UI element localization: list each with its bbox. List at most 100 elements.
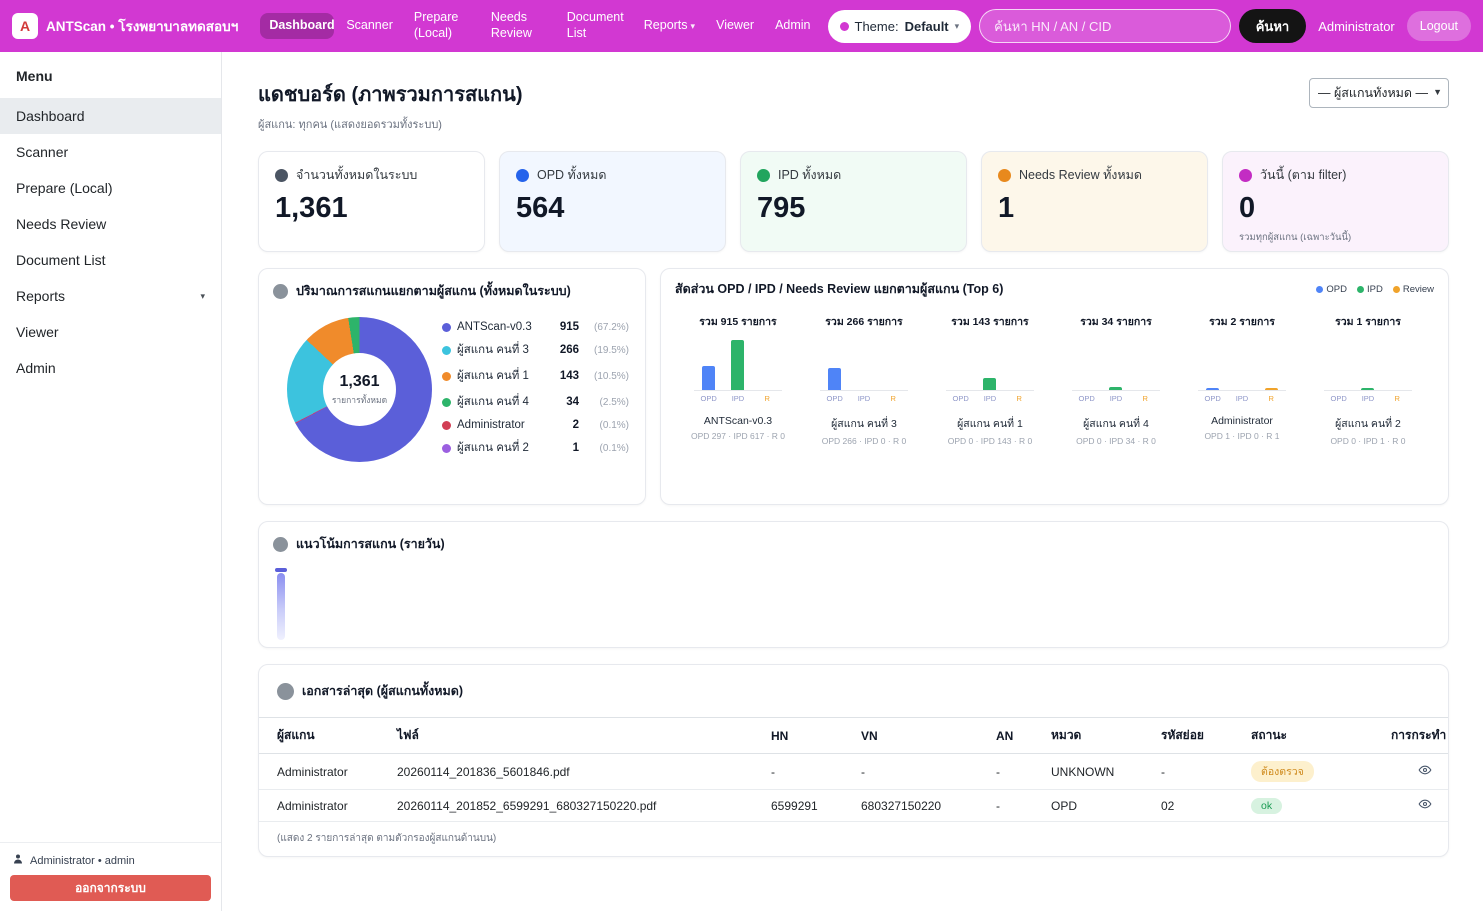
legend-label: ผู้สแกน คนที่ 2 [457,439,567,457]
mini-detail: OPD 266 · IPD 0 · R 0 [822,436,907,446]
mini-chart-bars [694,335,782,391]
ipd-bar [983,378,996,390]
logout-button[interactable]: Logout [1407,11,1471,41]
sidebar-item[interactable]: Prepare (Local) [0,170,221,206]
mini-chart-bars [1324,335,1412,391]
mini-chart-axis: OPDIPDR [946,394,1034,403]
stat-card: OPD ทั้งหมด564 [499,151,726,252]
view-document-button[interactable] [1418,763,1432,780]
bar-slot [849,335,878,390]
sidebar-title: Menu [0,52,221,98]
panel-title: แนวโน้มการสแกน (รายวัน) [296,534,445,554]
search-button[interactable]: ค้นหา [1239,9,1306,43]
nav-item[interactable]: Viewer [707,13,763,39]
stat-label: จำนวนทั้งหมดในระบบ [296,165,417,185]
chevron-down-icon: ▾ [955,21,960,32]
search-input[interactable] [979,9,1231,43]
sidebar-item[interactable]: Reports▾ [0,278,221,314]
mini-chart-total: รวม 34 รายการ [1080,313,1152,330]
axis-label: IPD [723,394,752,403]
axis-label: OPD [1072,394,1101,403]
mini-chart-bars [1198,335,1286,391]
scanner-mini-chart: รวม 266 รายการOPDIPDRผู้สแกน คนที่ 3OPD … [801,313,927,446]
chevron-down-icon: ▾ [691,21,696,31]
nav-item[interactable]: Admin [766,13,819,39]
mini-scanner-name: ผู้สแกน คนที่ 4 [1083,415,1149,432]
view-document-button[interactable] [1418,797,1432,814]
scanner-mini-chart: รวม 143 รายการ OPDIPDR ผู้สแกน คนที่ 1 OPD … [927,313,1053,446]
opd-bar [1206,388,1219,390]
trend-chart [273,558,1434,644]
bar-slot [1072,335,1101,390]
mini-chart-total: รวม 915 รายการ [699,313,776,330]
nav-item[interactable]: Dashboard [260,13,334,39]
table-cell: - [1153,754,1243,790]
stat-label: Needs Review ทั้งหมด [1019,165,1142,185]
table-cell: Administrator [259,790,389,822]
legend-dot-icon [442,444,451,453]
sidebar-item[interactable]: Needs Review [0,206,221,242]
table-cell-action [1383,790,1448,822]
sidebar-item[interactable]: Scanner [0,134,221,170]
nav-item[interactable]: Scanner [337,13,402,39]
legend-value: 1 [573,442,579,454]
legend-dot-icon [442,346,451,355]
sidebar-item[interactable]: Admin [0,350,221,386]
nav-item[interactable]: Needs Review [482,5,555,46]
bar-slot [1383,335,1412,390]
navbar-menu: DashboardScannerPrepare (Local) Needs Rev… [260,5,819,46]
legend-row: ANTScan-v0.3915(67.2%) [442,317,629,337]
legend-label: ANTScan-v0.3 [457,321,554,333]
table-cell: - [988,790,1043,822]
bar-slot [723,335,752,390]
nav-item-label: Needs Review [491,10,532,40]
mini-chart-total: รวม 1 รายการ [1335,313,1401,330]
panel-title: เอกสารล่าสุด (ผู้สแกนทั้งหมด) [302,681,463,701]
nav-item-label: Viewer [716,18,754,32]
nav-item[interactable]: Prepare (Local) [405,5,479,46]
mini-scanner-name: ผู้สแกน คนที่ 1 [957,415,1023,432]
scanner-mini-chart: รวม 1 รายการOPDIPDRผู้สแกน คนที่ 2OPD 0 … [1305,313,1431,446]
legend-percent: (19.5%) [585,345,629,356]
sidebar-item[interactable]: Dashboard [0,98,221,134]
mini-chart-total: รวม 143 รายการ [951,313,1028,330]
sidebar-logout-button[interactable]: ออกจากระบบ [10,875,211,901]
sidebar-item[interactable]: Document List [0,242,221,278]
chevron-down-icon: ▾ [200,291,205,302]
sidebar-user: Administrator • admin [10,849,211,875]
mini-detail: OPD 0 · IPD 1 · R 0 [1330,436,1405,446]
main-content: แดชบอร์ด (ภาพรวมการสแกน) ผู้สแกน: ทุกคน … [222,52,1483,911]
scanner-filter: — ผู้สแกนทั้งหมด — ▼ [1309,78,1449,108]
brand: A ANTScan • โรงพยาบาลทดสอบฯ [12,13,252,39]
mini-chart-axis: OPDIPDR [820,394,908,403]
stat-label: OPD ทั้งหมด [537,165,607,185]
scanner-mini-chart: รวม 34 รายการOPDIPDRผู้สแกน คนที่ 4OPD 0… [1053,313,1179,446]
table-cell-status: ต้องตรวจ [1243,754,1383,790]
theme-selector[interactable]: Theme: Default ▾ [828,10,972,43]
bar-slot [1198,335,1227,390]
stat-value: 1,361 [275,192,468,225]
axis-label: OPD [946,394,975,403]
table-cell: - [853,754,988,790]
sidebar-footer: Administrator • admin ออกจากระบบ [0,842,221,911]
stat-card-header: Needs Review ทั้งหมด [998,165,1191,185]
nav-item[interactable]: Document List [558,5,632,46]
page-title: แดชบอร์ด (ภาพรวมการสแกน) [258,78,522,110]
nav-item[interactable]: Reports▾ [635,13,704,39]
legend-item: OPD [1316,284,1347,295]
bar-slot [1324,335,1353,390]
sidebar-item-label: Prepare (Local) [16,180,113,196]
ipd-bar [1109,387,1122,390]
legend-dot-icon [1316,286,1323,293]
table-cell: 680327150220 [853,790,988,822]
column-header: AN [988,718,1043,754]
mini-chart-axis: OPDIPDR [694,394,782,403]
mini-scanner-name: ผู้สแกน คนที่ 3 [831,415,897,432]
axis-label: IPD [1353,394,1382,403]
nav-item-label: Admin [775,18,810,32]
mini-detail: OPD 0 · IPD 143 · R 0 [948,436,1033,446]
sidebar-item[interactable]: Viewer [0,314,221,350]
bar-slot [1257,335,1286,390]
scanner-filter-select[interactable]: — ผู้สแกนทั้งหมด — [1309,78,1449,108]
opd-bar [828,368,841,390]
